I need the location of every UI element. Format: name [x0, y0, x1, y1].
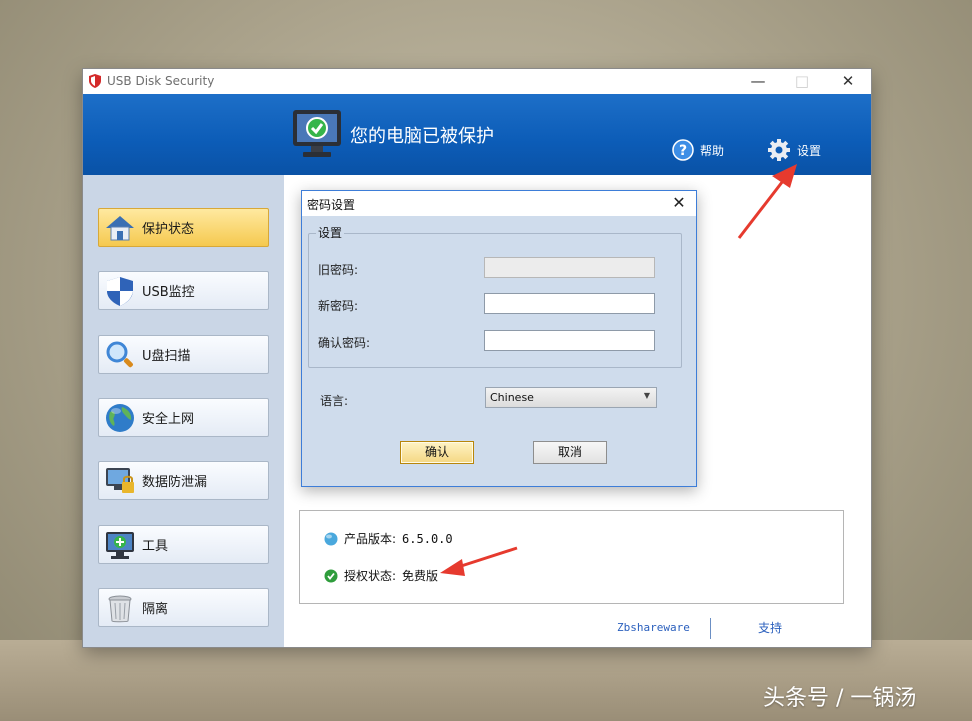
watermark-text: 头条号 / 一锅汤 — [763, 686, 917, 711]
old-password-field[interactable] — [484, 257, 655, 278]
svg-text:?: ? — [679, 143, 687, 159]
cancel-button[interactable]: 取消 — [533, 441, 607, 464]
shield-icon — [107, 276, 133, 306]
gear-icon — [768, 139, 790, 161]
language-selected-value: Chinese — [490, 391, 534, 404]
sidebar-item-tools[interactable]: 工具 — [98, 525, 269, 564]
sidebar-item-label: USB监控 — [142, 285, 195, 300]
settings-button[interactable]: 设置 — [767, 138, 821, 162]
zbshareware-link[interactable]: Zbshareware — [617, 621, 690, 634]
footer-divider — [710, 618, 711, 639]
help-label: 帮助 — [700, 143, 725, 158]
sidebar-item-usb-scan[interactable]: U盘扫描 — [98, 335, 269, 374]
dialog-body: 设置 旧密码: 新密码: 确认密码: 语言: Chinese ▼ 确认 取消 — [302, 216, 696, 486]
language-select[interactable]: Chinese ▼ — [485, 387, 657, 408]
help-icon: ? — [672, 139, 694, 161]
version-row: 产品版本: 6.5.0.0 — [324, 530, 453, 547]
chevron-down-icon: ▼ — [643, 391, 650, 400]
ok-button[interactable]: 确认 — [400, 441, 474, 464]
sidebar-item-label: 保护状态 — [142, 222, 195, 237]
new-password-field[interactable] — [484, 293, 655, 314]
minimize-button[interactable]: — — [743, 71, 773, 91]
home-shield-icon — [106, 215, 134, 240]
sidebar-item-usb-monitor[interactable]: USB监控 — [98, 271, 269, 310]
dialog-close-button[interactable]: ✕ — [668, 193, 690, 213]
license-label: 授权状态: — [344, 569, 397, 583]
monitor-lock-icon — [106, 467, 134, 493]
version-value: 6.5.0.0 — [402, 531, 453, 546]
sidebar: 保护状态 USB监控 U盘扫描 安全上网 数据防泄漏 工具 隔离 — [83, 175, 284, 647]
protection-status-title: 您的电脑已被保护 — [350, 126, 494, 147]
header-banner: 您的电脑已被保护 ? 帮助 设置 — [83, 94, 871, 175]
product-info-panel: 产品版本: 6.5.0.0 授权状态: 免费版 — [299, 510, 844, 604]
dialog-title: 密码设置 — [307, 198, 356, 212]
sidebar-item-data-leak-prevention[interactable]: 数据防泄漏 — [98, 461, 269, 500]
help-button[interactable]: ? 帮助 — [672, 138, 724, 162]
globe-icon — [106, 403, 134, 432]
new-password-label: 新密码: — [318, 299, 359, 313]
info-globe-icon — [324, 532, 338, 545]
close-button[interactable]: ✕ — [833, 71, 863, 91]
confirm-password-label: 确认密码: — [318, 336, 371, 350]
password-settings-dialog: 密码设置 ✕ 设置 旧密码: 新密码: 确认密码: 语言: Chinese ▼ … — [301, 190, 697, 487]
confirm-password-field[interactable] — [484, 330, 655, 351]
sidebar-item-protection-status[interactable]: 保护状态 — [98, 208, 269, 247]
maximize-button[interactable]: □ — [787, 71, 817, 91]
window-title: USB Disk Security — [107, 74, 215, 88]
check-circle-icon — [324, 569, 338, 582]
magnifier-icon — [106, 341, 133, 367]
sidebar-item-label: U盘扫描 — [142, 349, 191, 364]
license-row: 授权状态: 免费版 — [324, 567, 438, 584]
sidebar-item-safe-browsing[interactable]: 安全上网 — [98, 398, 269, 437]
dialog-title-bar: 密码设置 ✕ — [302, 191, 696, 216]
old-password-label: 旧密码: — [318, 263, 359, 277]
tools-monitor-icon — [106, 531, 134, 559]
protected-monitor-icon — [293, 110, 341, 157]
sidebar-item-label: 安全上网 — [142, 412, 195, 427]
app-shield-icon — [89, 74, 101, 88]
settings-group-label: 设置 — [316, 224, 345, 241]
sidebar-item-label: 工具 — [142, 539, 169, 554]
version-label: 产品版本: — [344, 532, 397, 546]
sidebar-item-quarantine[interactable]: 隔离 — [98, 588, 269, 627]
title-bar: USB Disk Security — □ ✕ — [83, 69, 871, 94]
settings-label: 设置 — [797, 143, 822, 158]
language-label: 语言: — [320, 394, 349, 408]
trash-bin-icon — [108, 595, 132, 622]
sidebar-item-label: 数据防泄漏 — [142, 475, 208, 490]
support-link[interactable]: 支持 — [758, 619, 782, 636]
license-value: 免费版 — [402, 569, 439, 583]
sidebar-item-label: 隔离 — [142, 602, 169, 617]
